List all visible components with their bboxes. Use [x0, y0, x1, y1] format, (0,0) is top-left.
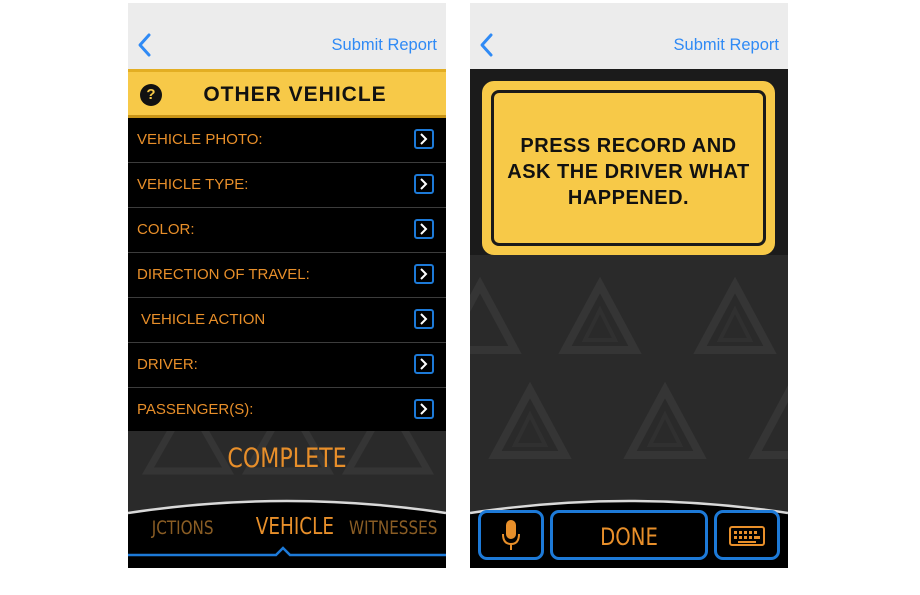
row-label: VEHICLE ACTION [141, 311, 266, 328]
row-label: VEHICLE TYPE: [137, 176, 249, 193]
warning-triangle-pattern [470, 276, 788, 459]
done-button[interactable]: DONE [550, 510, 708, 560]
back-chevron-icon [138, 33, 151, 57]
section-title: OTHER VEHICLE [203, 83, 387, 106]
left-screen: Submit Report ? OTHER VEHICLE VEHICLE PH… [128, 3, 446, 568]
chevron-right-icon [414, 264, 434, 284]
nav-bar: Submit Report [470, 3, 788, 69]
vehicle-field-list: VEHICLE PHOTO: VEHICLE TYPE: COLOR: DIRE… [128, 118, 446, 431]
chevron-right-icon [414, 309, 434, 329]
row-label: DRIVER: [137, 356, 198, 373]
sign-border: PRESS RECORD AND ASK THE DRIVER WHAT HAP… [491, 90, 766, 246]
row-color[interactable]: COLOR: [128, 208, 446, 253]
instruction-line-1: PRESS RECORD AND [520, 135, 737, 157]
row-label: DIRECTION OF TRAVEL: [137, 266, 310, 283]
row-driver[interactable]: DRIVER: [128, 343, 446, 388]
chevron-right-icon [414, 174, 434, 194]
instruction-line-3: HAPPENED. [567, 187, 690, 209]
keyboard-icon [729, 526, 765, 546]
row-vehicle-photo[interactable]: VEHICLE PHOTO: [128, 118, 446, 163]
instruction-sign: PRESS RECORD AND ASK THE DRIVER WHAT HAP… [482, 81, 775, 255]
complete-button[interactable]: COMPLETE [128, 431, 446, 497]
instruction-text: PRESS RECORD AND ASK THE DRIVER WHAT HAP… [494, 133, 763, 211]
tab-vehicle[interactable]: VEHICLE [256, 514, 334, 540]
right-screen: Submit Report PRESS RECORD AND ASK THE D… [470, 3, 788, 568]
back-chevron-icon [480, 33, 493, 57]
chevron-right-icon [414, 129, 434, 149]
section-header: ? OTHER VEHICLE [128, 69, 446, 118]
done-label: DONE [600, 523, 658, 551]
tab-witnesses[interactable]: WITNESSES [349, 517, 437, 539]
instruction-line-2: ASK THE DRIVER WHAT [507, 161, 750, 183]
tab-instructions[interactable]: JCTIONS [152, 517, 214, 539]
back-button[interactable] [134, 31, 158, 59]
submit-report-link[interactable]: Submit Report [332, 36, 437, 55]
submit-report-link[interactable]: Submit Report [674, 36, 779, 55]
row-label: VEHICLE PHOTO: [137, 131, 263, 148]
microphone-icon [502, 520, 520, 550]
row-direction-of-travel[interactable]: DIRECTION OF TRAVEL: [128, 253, 446, 298]
nav-bar: Submit Report [128, 3, 446, 69]
row-label: COLOR: [137, 221, 195, 238]
chevron-right-icon [414, 399, 434, 419]
section-tab-bar: JCTIONS VEHICLE WITNESSES [128, 497, 446, 568]
row-vehicle-action[interactable]: VEHICLE ACTION [128, 298, 446, 343]
back-button[interactable] [476, 31, 500, 59]
row-vehicle-type[interactable]: VEHICLE TYPE: [128, 163, 446, 208]
instruction-area: PRESS RECORD AND ASK THE DRIVER WHAT HAP… [470, 69, 788, 255]
complete-label: COMPLETE [227, 443, 347, 474]
record-voice-button[interactable] [478, 510, 544, 560]
keyboard-button[interactable] [714, 510, 780, 560]
row-passengers[interactable]: PASSENGER(S): [128, 388, 446, 433]
chevron-right-icon [414, 219, 434, 239]
record-control-bar: DONE [470, 497, 788, 568]
chevron-right-icon [414, 354, 434, 374]
row-label: PASSENGER(S): [137, 401, 254, 418]
